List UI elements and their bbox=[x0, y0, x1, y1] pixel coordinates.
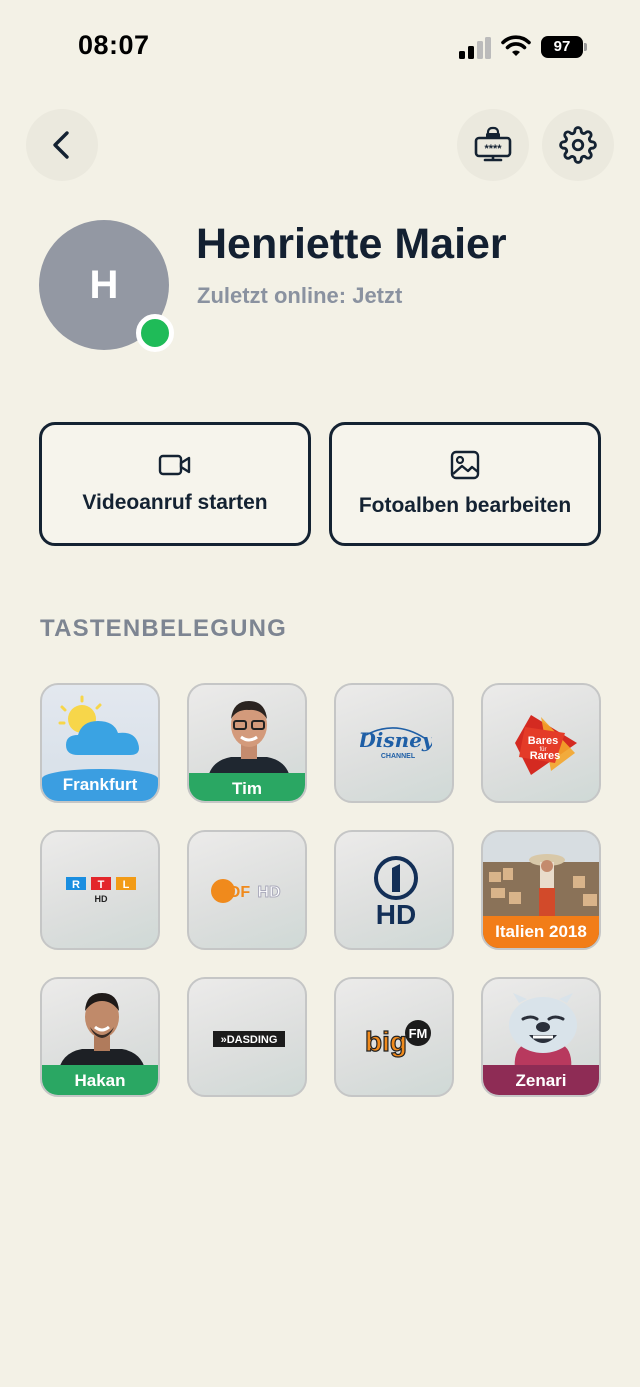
tile-rtl[interactable]: R T L HD bbox=[40, 830, 160, 950]
svg-text:»DASDING: »DASDING bbox=[221, 1034, 278, 1046]
last-online-status: Zuletzt online: Jetzt bbox=[197, 283, 403, 308]
tile-italien-2018[interactable]: Italien 2018 bbox=[481, 830, 601, 950]
bares-fuer-rares-logo: Bares für Rares bbox=[515, 715, 577, 775]
status-bar: 08:07 97 bbox=[0, 0, 640, 90]
settings-button[interactable] bbox=[542, 109, 614, 181]
bigfm-logo: big FM bbox=[364, 1020, 431, 1058]
svg-text:big: big bbox=[365, 1026, 407, 1057]
contact-photo bbox=[207, 701, 291, 783]
tile-zdf[interactable]: 2DF HD bbox=[187, 830, 307, 950]
start-video-call-label: Videoanruf starten bbox=[82, 491, 268, 514]
svg-text:Disney: Disney bbox=[360, 728, 432, 752]
svg-text:HD: HD bbox=[257, 884, 280, 901]
profile-name: Henriette Maier bbox=[196, 220, 507, 268]
cellular-signal-icon bbox=[459, 37, 491, 59]
tile-label: Italien 2018 bbox=[483, 916, 599, 948]
photo-album bbox=[483, 832, 599, 924]
wifi-icon bbox=[501, 35, 531, 56]
pin-lock-button[interactable]: **** bbox=[457, 109, 529, 181]
svg-text:2DF: 2DF bbox=[220, 884, 250, 901]
svg-text:HD: HD bbox=[95, 894, 108, 904]
edit-photo-albums-button[interactable]: Fotoalben bearbeiten bbox=[329, 422, 601, 546]
battery-level: 97 bbox=[541, 36, 583, 58]
svg-text:L: L bbox=[123, 879, 130, 891]
tile-bigfm[interactable]: big FM bbox=[334, 977, 454, 1097]
svg-text:CHANNEL: CHANNEL bbox=[381, 753, 416, 760]
svg-text:FM: FM bbox=[409, 1026, 428, 1041]
svg-text:R: R bbox=[72, 879, 80, 891]
pin-lock-icon: **** bbox=[474, 126, 512, 162]
tile-label: Zenari bbox=[483, 1065, 599, 1095]
edit-photo-albums-label: Fotoalben bearbeiten bbox=[358, 494, 572, 517]
back-button[interactable] bbox=[26, 109, 98, 181]
ard-logo: HD bbox=[374, 856, 418, 928]
start-video-call-button[interactable]: Videoanruf starten bbox=[39, 422, 311, 546]
chevron-left-icon bbox=[53, 131, 69, 159]
tile-bares-fuer-rares[interactable]: Bares für Rares bbox=[481, 683, 601, 803]
tile-tim[interactable]: Tim bbox=[187, 683, 307, 803]
section-title-button-assignment: TASTENBELEGUNG bbox=[40, 615, 288, 642]
weather-icon bbox=[58, 695, 139, 755]
status-time: 08:07 bbox=[78, 30, 150, 60]
disney-channel-logo: Disney CHANNEL bbox=[360, 727, 432, 760]
tile-label: Hakan bbox=[42, 1065, 158, 1095]
tile-dasding[interactable]: »DASDING bbox=[187, 977, 307, 1097]
video-camera-icon bbox=[158, 454, 191, 476]
zdf-logo: 2DF HD bbox=[211, 879, 281, 903]
tile-das-erste-hd[interactable]: HD bbox=[334, 830, 454, 950]
tile-label: Tim bbox=[189, 773, 305, 801]
svg-text:****: **** bbox=[484, 143, 502, 155]
rtl-logo: R T L HD bbox=[66, 877, 136, 904]
tile-label: Frankfurt bbox=[42, 769, 158, 801]
avatar-initial: H bbox=[89, 262, 119, 307]
tile-disney-channel[interactable]: Disney CHANNEL bbox=[334, 683, 454, 803]
online-status-indicator bbox=[136, 314, 174, 352]
gear-icon bbox=[559, 126, 597, 164]
zenari-mascot bbox=[509, 993, 577, 1071]
svg-text:T: T bbox=[98, 879, 105, 891]
image-icon bbox=[450, 450, 480, 480]
contact-photo bbox=[58, 993, 146, 1075]
tile-frankfurt[interactable]: Frankfurt bbox=[40, 683, 160, 803]
battery-icon: 97 bbox=[541, 36, 587, 58]
svg-text:HD: HD bbox=[376, 899, 416, 928]
svg-text:Bares: Bares bbox=[528, 735, 559, 747]
svg-text:Rares: Rares bbox=[530, 750, 561, 762]
dasding-logo: »DASDING bbox=[213, 1031, 285, 1047]
tile-hakan[interactable]: Hakan bbox=[40, 977, 160, 1097]
tile-zenari[interactable]: Zenari bbox=[481, 977, 601, 1097]
